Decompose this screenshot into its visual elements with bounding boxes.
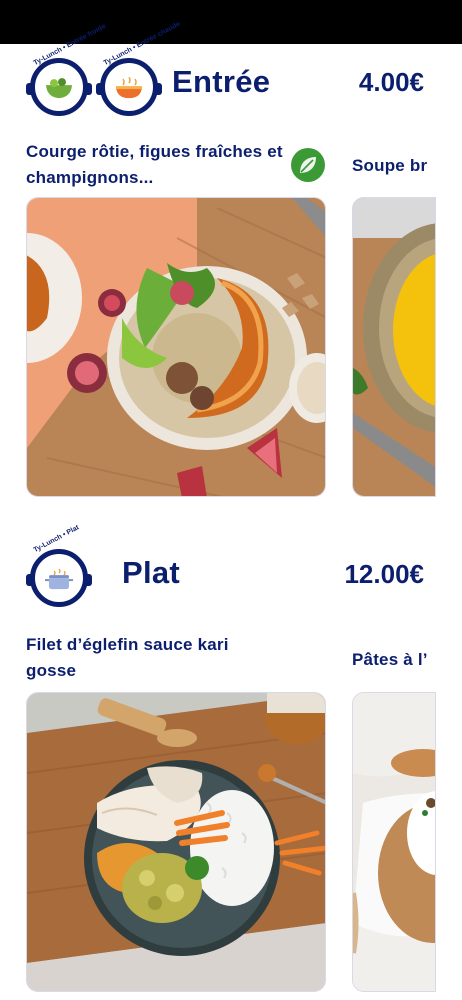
roasted-squash-bowl-image[interactable] bbox=[26, 197, 326, 497]
soup-bowl-icon bbox=[96, 58, 162, 116]
pasta-bowl-image[interactable] bbox=[352, 692, 436, 992]
status-bar bbox=[0, 0, 462, 44]
section-header-plat: Ty-Lunch • Plat Plat 12.00€ bbox=[0, 524, 462, 607]
leaf-icon bbox=[291, 148, 325, 182]
menu-item-title: Courge rôtie, figues fraîches et champig… bbox=[26, 142, 283, 187]
section-price: 4.00€ bbox=[358, 67, 424, 97]
haddock-plate-image[interactable] bbox=[26, 692, 326, 992]
menu-item-title: Pâtes à l’ bbox=[352, 650, 428, 669]
cooking-pot-icon bbox=[26, 549, 92, 607]
section-price: 12.00€ bbox=[344, 559, 424, 589]
salad-bowl-icon bbox=[26, 58, 92, 116]
section-title: Entrée bbox=[172, 64, 271, 99]
section-header-entree: Ty-Lunch • Entrée froide Ty-Lunch • Entr… bbox=[0, 21, 462, 118]
yellow-soup-image[interactable] bbox=[352, 197, 436, 497]
menu-item-title: Filet d’églefin sauce kari gosse bbox=[26, 635, 229, 680]
section-title: Plat bbox=[122, 555, 181, 590]
menu-item-title: Soupe br bbox=[352, 156, 428, 175]
